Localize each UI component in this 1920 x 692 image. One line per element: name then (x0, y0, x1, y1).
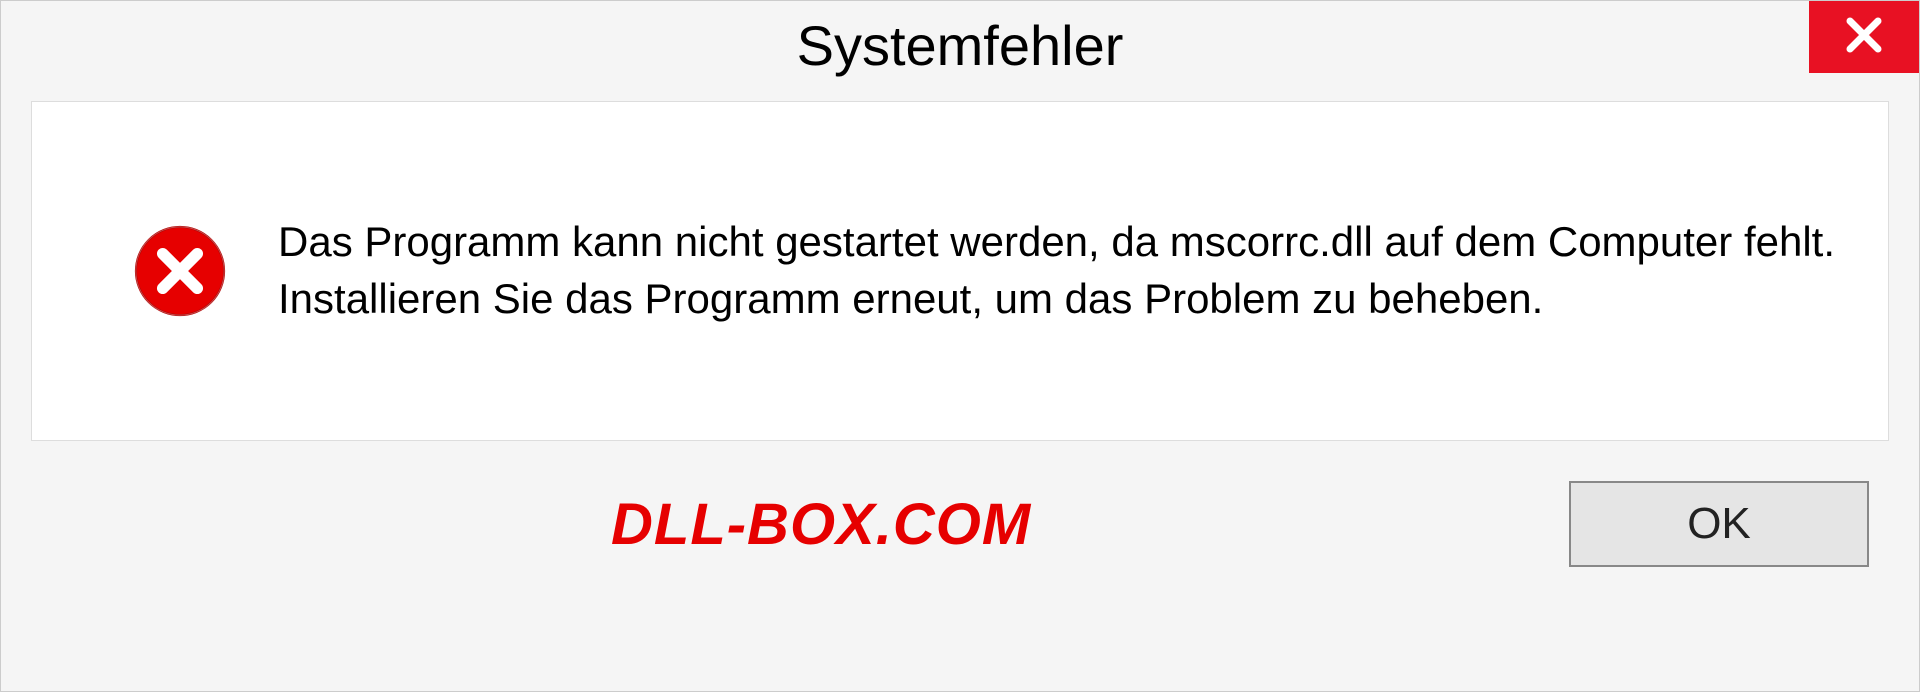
titlebar: Systemfehler (1, 1, 1919, 101)
content-panel: Das Programm kann nicht gestartet werden… (31, 101, 1889, 441)
watermark-text: DLL-BOX.COM (31, 491, 1031, 558)
footer: DLL-BOX.COM OK (1, 441, 1919, 597)
error-message: Das Programm kann nicht gestartet werden… (278, 214, 1838, 327)
error-dialog: Systemfehler Das Programm kann nicht ges… (0, 0, 1920, 692)
close-icon (1843, 14, 1885, 61)
dialog-title: Systemfehler (797, 13, 1124, 78)
error-icon (132, 223, 228, 319)
ok-button-label: OK (1687, 499, 1751, 549)
close-button[interactable] (1809, 1, 1919, 73)
ok-button[interactable]: OK (1569, 481, 1869, 567)
